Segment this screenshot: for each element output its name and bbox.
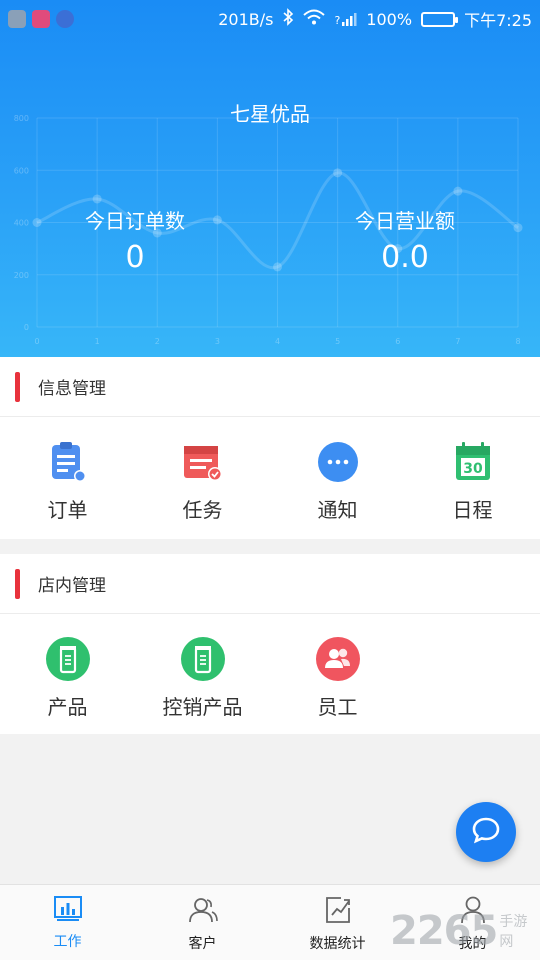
clipboard-icon [45,439,91,485]
chat-fab-button[interactable] [456,802,516,862]
site-watermark: 2265 手游网 [390,908,540,954]
product-label: 产品 [47,695,88,719]
wifi-icon [303,9,326,29]
order-entry[interactable]: 订单 [0,417,135,523]
chart-y-tick-label: 800 [14,114,29,123]
chart-x-tick-label: 0 [34,337,39,346]
chart-point [333,168,343,178]
chart-x-tick-label: 7 [455,337,460,346]
section-marker [15,371,20,402]
section-header: 店内管理 [0,554,540,614]
chart-x-tick-label: 5 [335,337,340,346]
chart-x-tick-label: 4 [275,337,280,346]
today-revenue-label: 今日营业额 [355,209,455,233]
watermark-logo: 2265 [390,908,498,954]
network-speed: 201B/s [218,9,274,29]
info-management-section: 信息管理 订单 任务 通知 30 日程 [0,357,540,539]
clock: 下午7:25 [464,11,532,30]
battery-percent: 100% [366,9,413,29]
today-revenue-value: 0.0 [381,240,429,275]
status-bar: 201B/s ? 100% 下午7:25 [0,0,540,38]
tab-customers[interactable]: 客户 [135,885,270,960]
notification-app-icon [56,10,74,28]
bottle-icon [45,636,91,682]
notice-label: 通知 [317,498,358,522]
chart-point [92,194,102,204]
chart-y-tick-label: 600 [14,166,29,175]
notification-app-icon [32,10,50,28]
tab-label: 客户 [188,936,217,952]
chart-x-tick-label: 8 [515,337,520,346]
staff-label: 员工 [317,695,358,719]
chart-y-tick-label: 0 [24,323,29,332]
chart-icon [53,895,83,927]
section-marker [15,568,20,599]
stats-icon [323,895,353,929]
order-label: 订单 [47,498,88,522]
chart-x-tick-label: 1 [95,337,100,346]
header: 201B/s ? 100% 下午7:25 七星优品 0 200 400 600 800 0… [0,0,540,357]
calendar-day-number: 30 [463,461,483,477]
people-icon [315,636,361,682]
section-title: 店内管理 [38,576,106,596]
chart-point [513,223,523,233]
schedule-label: 日程 [452,498,493,522]
chat-bubble-icon [471,816,501,848]
calendar-icon: 30 [450,439,496,485]
section-title: 信息管理 [38,379,106,399]
today-orders-stat[interactable]: 今日订单数 0 [35,205,235,275]
chart-y-tick-label: 400 [14,219,29,228]
store-management-section: 店内管理 产品 控销产品 员工 [0,554,540,734]
chart-x-tick-label: 2 [155,337,160,346]
controlled-product-label: 控销产品 [162,695,243,719]
today-orders-label: 今日订单数 [85,209,185,233]
customers-icon [187,895,219,929]
task-icon [180,439,226,485]
bluetooth-icon [282,8,294,30]
chart-point [273,262,282,272]
signal-icon: ? [334,11,357,27]
chart-x-tick-label: 3 [215,337,220,346]
today-revenue-stat[interactable]: 今日营业额 0.0 [305,205,505,275]
bottle-icon [180,636,226,682]
watermark-text: 手游网 [499,914,528,950]
notification-app-icon [8,10,26,28]
tab-work[interactable]: 工作 [0,885,135,960]
chart-point [453,186,463,196]
today-orders-value: 0 [125,240,145,275]
section-header: 信息管理 [0,357,540,417]
product-entry[interactable]: 产品 [0,614,135,720]
chart-x-tick-label: 6 [395,337,400,346]
schedule-entry[interactable]: 30 日程 [405,417,540,523]
notice-entry[interactable]: 通知 [270,417,405,523]
tab-label: 数据统计 [309,936,366,952]
tab-label: 工作 [53,934,82,950]
controlled-product-entry[interactable]: 控销产品 [135,614,270,720]
battery-icon [421,11,459,27]
task-entry[interactable]: 任务 [135,417,270,523]
chat-bubble-icon [315,439,361,485]
task-label: 任务 [182,498,223,522]
chart-y-tick-label: 200 [14,271,29,280]
tab-statistics[interactable]: 数据统计 [270,885,405,960]
staff-entry[interactable]: 员工 [270,614,405,720]
